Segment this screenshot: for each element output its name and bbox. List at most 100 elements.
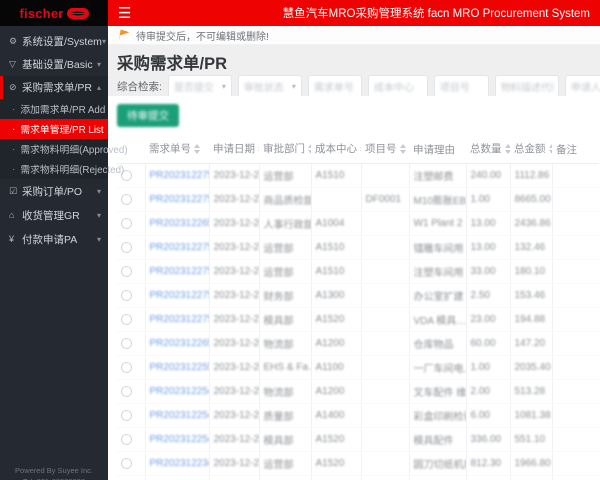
pr-number-link[interactable]: PR2023122753 <box>150 290 209 301</box>
cost-center-cell: A1200 <box>311 331 362 357</box>
chevron-down-icon: ▾ <box>291 81 296 91</box>
cost-center-cell: A1200 <box>311 379 362 405</box>
sidebar-item-pr-list[interactable]: · 需求单管理/PR List <box>0 119 108 139</box>
table-row: PR2023122758 2023-12-27 运营部 A1510 注塑邮费 240.00… <box>117 163 599 189</box>
total-amount-cell: 1754.08 <box>510 475 553 480</box>
sidebar-item-pa[interactable]: ¥ 付款申请PA ▾ <box>0 227 108 251</box>
submit-for-approval-button[interactable]: 待审提交 <box>117 104 179 127</box>
sort-icon[interactable] <box>504 141 510 157</box>
sidebar-item-label: 需求物料明细(Approved) <box>20 145 128 156</box>
request-date-cell: 2023-12-27 <box>209 259 260 285</box>
pr-number-link[interactable]: PR2023122651 <box>150 338 209 349</box>
table-row: PR2023122548 2023-12-25 质量部 A1400 彩盒印刷检验… 6.0… <box>117 403 599 429</box>
approval-status-select[interactable]: 审批状态 ▾ <box>237 74 302 98</box>
request-date-cell-text: 2023-12-27 <box>213 290 259 302</box>
request-date-cell: 2023-12-25 <box>209 379 260 405</box>
pr-number-link[interactable]: PR2023122758 <box>150 170 209 181</box>
total-qty-cell-text: 33.00 <box>470 266 496 278</box>
gear-icon: ⚙ <box>9 36 18 46</box>
remark-cell <box>552 451 599 477</box>
hamburger-menu-icon[interactable]: ☰ <box>118 6 131 21</box>
row-select-radio[interactable] <box>121 386 132 398</box>
column-header-pr[interactable]: 需求单号 <box>145 135 209 165</box>
pr-number-link[interactable]: PR2023122549 <box>150 386 209 397</box>
column-header-dept[interactable]: 审批部门 <box>259 135 311 165</box>
column-header-cc[interactable]: 成本中心 <box>311 135 361 165</box>
sidebar-item-pr-add[interactable]: · 添加需求单/PR Add <box>0 99 108 119</box>
request-date-cell: 2023-12-25 <box>209 427 260 453</box>
request-date-cell-text: 2023-12-27 <box>213 170 259 182</box>
sort-icon[interactable] <box>308 141 311 157</box>
pr-number-link[interactable]: PR2023122752 <box>150 314 209 325</box>
pr-number-link[interactable]: PR2023122755 <box>150 242 209 253</box>
column-header-label: 需求单号 <box>149 143 191 155</box>
row-select-radio[interactable] <box>121 458 132 470</box>
total-amount-cell-text: 153.46 <box>514 290 546 302</box>
row-select-radio[interactable] <box>121 290 132 302</box>
submit-status-select[interactable]: 是否提交 ▾ <box>167 74 232 98</box>
pr-number-link[interactable]: PR2023122550 <box>150 362 209 373</box>
table-row: PR2023122757 2023-12-27 商品质检部… DF0001 M10膨胀E… <box>117 187 599 213</box>
row-select-radio[interactable] <box>121 434 132 446</box>
project-number-input[interactable]: 项目号 <box>433 74 489 98</box>
pr-table: 需求单号 申请日期 审批部门 成本中心 项目号 申请理由 总数量 总金额 备注 PR202312… <box>117 135 599 480</box>
pr-number-link[interactable]: PR2023122547 <box>150 434 209 445</box>
approval-dept-cell: 物流部 <box>259 331 312 357</box>
applicant-input[interactable]: 申请人 <box>564 74 600 98</box>
row-select-radio[interactable] <box>121 314 132 326</box>
sort-icon[interactable] <box>194 141 200 157</box>
table-cell <box>117 355 146 381</box>
column-header-amount[interactable]: 总金额 <box>510 135 552 165</box>
pr-number-link[interactable]: PR2023122754 <box>150 266 209 277</box>
warning-text: 待审提交后，不可编辑或删除! <box>136 31 269 43</box>
project-number-cell-text: DF0001 <box>365 194 402 206</box>
row-select-radio[interactable] <box>121 266 132 278</box>
pr-number-link[interactable]: PR2023122757 <box>150 194 209 205</box>
total-amount-cell-text: 2436.86 <box>514 218 551 230</box>
cost-center-input[interactable]: 成本中心 <box>367 74 428 98</box>
chevron-down-icon: ▾ <box>96 210 101 220</box>
column-header-label: 审批部门 <box>263 143 305 155</box>
reason-cell: 仓库物品 <box>409 331 467 357</box>
cost-center-cell-text: A1520 <box>315 458 345 470</box>
sort-icon[interactable] <box>548 141 552 157</box>
cost-center-cell-text: A1520 <box>315 314 345 326</box>
total-qty-cell-text: 2.00 <box>470 386 490 398</box>
sidebar-item-gr[interactable]: ⌂ 收货管理GR ▾ <box>0 203 108 227</box>
row-select-radio[interactable] <box>121 242 132 254</box>
total-qty-cell: 11.20 <box>466 475 511 480</box>
cost-center-cell-text: A1004 <box>315 218 345 230</box>
row-select-radio[interactable] <box>121 194 132 206</box>
table-row: PR2023122550 2023-12-25 EHS & Fa… A1100 一厂车间… <box>117 355 599 381</box>
sidebar-item-pr[interactable]: ⊘ 采购需求单/PR ▴ <box>0 76 108 99</box>
column-header-date[interactable]: 申请日期 <box>209 135 259 165</box>
sidebar: fischer ⚙ 系统设置/System ▾ ▽ 基础设置/Basic ▾ ⊘… <box>0 0 128 480</box>
row-select-radio[interactable] <box>121 410 132 422</box>
column-header-proj[interactable]: 项目号 <box>361 135 409 165</box>
pr-number-input[interactable]: 需求单号 <box>307 74 362 98</box>
table-cell: PR2023122758 <box>145 163 210 189</box>
request-date-cell-text: 2023-12-27 <box>213 314 259 326</box>
pr-number-link[interactable]: PR2023122346 <box>150 458 209 469</box>
sort-icon[interactable] <box>258 141 259 157</box>
material-code-input[interactable]: 物料描述代码 <box>494 74 559 98</box>
approval-dept-cell: 商品质检部… <box>259 187 312 213</box>
project-number-cell <box>361 355 410 381</box>
sidebar-item-pr-approved[interactable]: · 需求物料明细(Approved) <box>0 139 128 159</box>
row-select-radio[interactable] <box>121 218 132 230</box>
sidebar-item-po[interactable]: ☑ 采购订单/PO ▾ <box>0 179 108 203</box>
warning-flag-icon <box>119 29 130 41</box>
row-select-radio[interactable] <box>121 338 132 350</box>
table-cell: PR2023122752 <box>145 307 210 333</box>
table-row: PR20231223462023-12-23运营部A1520圆刀切纸机用812.… <box>117 451 599 477</box>
sidebar-item-system[interactable]: ⚙ 系统设置/System ▾ <box>0 30 108 53</box>
sidebar-item-pr-rejected[interactable]: · 需求物料明细(Rejected) <box>0 159 124 179</box>
approval-dept-cell-text: 模具部 <box>263 316 294 328</box>
pr-number-link[interactable]: PR2023122548 <box>150 410 209 421</box>
pr-number-link[interactable]: PR2023122656 <box>150 218 209 229</box>
sort-icon[interactable] <box>399 141 406 157</box>
column-header-qty[interactable]: 总数量 <box>466 135 510 165</box>
row-select-radio[interactable] <box>121 362 132 374</box>
sidebar-item-basic[interactable]: ▽ 基础设置/Basic ▾ <box>0 53 108 76</box>
sort-icon[interactable] <box>360 141 361 157</box>
